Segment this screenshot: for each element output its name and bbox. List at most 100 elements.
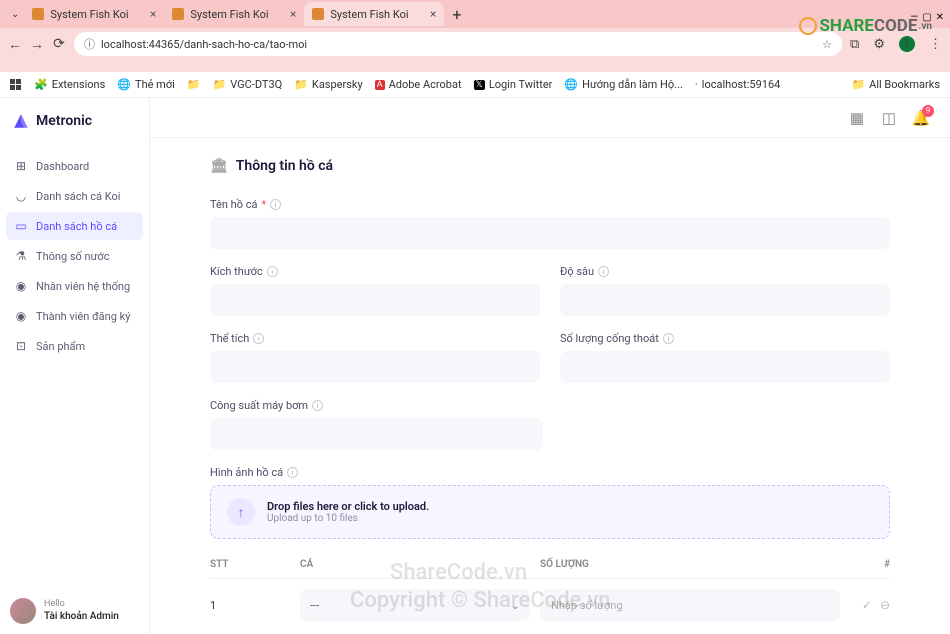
main-content: 🏛 Thông tin hồ cá Tên hồ cá * i Kích thư… (150, 138, 950, 634)
extension-icon[interactable]: ⧉ (850, 37, 859, 52)
dropzone-title: Drop files here or click to upload. (267, 500, 429, 513)
cart-icon: ⊡ (14, 339, 28, 353)
label-hinhanh: Hình ảnh hồ cá i (210, 466, 890, 479)
browser-tab-2[interactable]: System Fish Koi × (164, 2, 304, 26)
user-profile[interactable]: Hello Tài khoản Admin (0, 588, 149, 634)
input-ten[interactable] (210, 217, 890, 249)
sidebar-item-pond[interactable]: ▭Danh sách hồ cá (6, 212, 143, 240)
bookmark-vgc[interactable]: 📁 VGC-DT3Q (213, 78, 283, 91)
star-icon[interactable]: ☆ (822, 38, 832, 51)
bookmark-huong[interactable]: 🌐 Hướng dẫn làm Hộ... (564, 78, 682, 91)
upload-icon: ↑ (227, 498, 255, 526)
label-ten: Tên hồ cá * i (210, 198, 890, 211)
layers-icon[interactable]: ◫ (880, 109, 898, 127)
input-thetich[interactable] (210, 351, 540, 383)
browser-tab-1[interactable]: System Fish Koi × (24, 2, 164, 26)
input-congsuat[interactable] (210, 418, 543, 450)
table-row: 1 ---⌄ ✓ ⊖ (210, 579, 890, 631)
profile-badge[interactable]: 1 (899, 36, 915, 52)
close-icon[interactable]: × (150, 7, 156, 21)
label-kichthuoc: Kích thước i (210, 265, 540, 278)
new-tab-button[interactable]: + (452, 5, 461, 24)
input-congthoat[interactable] (560, 351, 890, 383)
apps-icon[interactable] (10, 79, 22, 91)
label-thetich: Thể tích i (210, 332, 540, 345)
favicon-icon (312, 8, 324, 20)
bookmark-folder[interactable]: 📁 (187, 78, 201, 91)
nav-list: ⊞Dashboard ◡Danh sách cá Koi ▭Danh sách … (0, 144, 149, 370)
input-kichthuoc[interactable] (210, 284, 540, 316)
info-icon[interactable]: i (287, 467, 298, 478)
maximize-icon[interactable]: ▢ (922, 12, 931, 23)
chevron-down-icon: ⌄ (511, 599, 520, 612)
browser-chrome: ⌄ System Fish Koi × System Fish Koi × Sy… (0, 0, 950, 72)
user-icon: ◉ (14, 279, 28, 293)
all-bookmarks[interactable]: 📁 All Bookmarks (851, 78, 940, 91)
building-icon: 🏛 (210, 158, 228, 174)
bookmark-extensions[interactable]: 🧩 Extensions (34, 78, 105, 91)
url-text: localhost:44365/danh-sach-ho-ca/tao-moi (101, 38, 307, 51)
back-icon[interactable]: ← (8, 36, 22, 53)
minimize-icon[interactable]: — (910, 12, 918, 23)
sidebar-item-water[interactable]: ⚗Thông số nước (6, 242, 143, 270)
sidebar-item-members[interactable]: ◉Thành viên đăng ký (6, 302, 143, 330)
col-soluong: SỐ LƯỢNG (540, 559, 870, 570)
calendar-icon[interactable]: ▦ (848, 109, 866, 127)
browser-tab-3[interactable]: System Fish Koi × (304, 2, 444, 26)
sidebar-item-dashboard[interactable]: ⊞Dashboard (6, 152, 143, 180)
cell-stt: 1 (210, 599, 300, 612)
dashboard-icon: ⊞ (14, 159, 28, 173)
address-row: ← → ⟳ ⓘ localhost:44365/danh-sach-ho-ca/… (0, 28, 950, 60)
bookmark-local[interactable]: · localhost:59164 (695, 78, 780, 91)
page-title: 🏛 Thông tin hồ cá (210, 158, 890, 174)
address-bar[interactable]: ⓘ localhost:44365/danh-sach-ho-ca/tao-mo… (74, 32, 842, 56)
topbar: ▦ ◫ 🔔9 (150, 98, 950, 138)
logo[interactable]: Metronic (0, 98, 149, 144)
dropzone[interactable]: ↑ Drop files here or click to upload. Up… (210, 485, 890, 539)
bell-icon[interactable]: 🔔9 (912, 109, 930, 127)
forward-icon[interactable]: → (30, 36, 44, 53)
bookmark-twitter[interactable]: 𝕏 Login Twitter (474, 78, 553, 91)
info-icon[interactable]: i (312, 400, 323, 411)
label-dosau: Độ sâu i (560, 265, 890, 278)
col-ca: CÁ (300, 559, 540, 570)
info-icon[interactable]: i (663, 333, 674, 344)
fish-icon: ◡ (14, 189, 28, 203)
input-dosau[interactable] (560, 284, 890, 316)
close-icon[interactable]: × (290, 7, 296, 21)
label-congthoat: Số lượng cống thoát i (560, 332, 890, 345)
bookmark-adobe[interactable]: A Adobe Acrobat (375, 78, 462, 91)
confirm-icon[interactable]: ✓ (862, 598, 872, 612)
tab-search-icon[interactable]: ⌄ (6, 9, 24, 20)
bookmark-bar: 🧩 Extensions 🌐 Thẻ mới 📁 📁 VGC-DT3Q 📁 Ka… (0, 72, 950, 98)
logo-text: Metronic (36, 113, 92, 129)
select-ca[interactable]: ---⌄ (300, 589, 530, 621)
logo-icon (12, 112, 30, 130)
col-hash: # (870, 559, 890, 570)
reload-icon[interactable]: ⟳ (52, 36, 66, 52)
bookmark-themoi[interactable]: 🌐 Thẻ mới (117, 78, 175, 91)
sidebar-item-koi[interactable]: ◡Danh sách cá Koi (6, 182, 143, 210)
avatar (10, 598, 36, 624)
info-icon[interactable]: i (267, 266, 278, 277)
info-icon[interactable]: i (253, 333, 264, 344)
bookmark-kaspersky[interactable]: 📁 Kaspersky (294, 78, 362, 91)
favicon-icon (172, 8, 184, 20)
info-icon[interactable]: i (598, 266, 609, 277)
sidebar-item-staff[interactable]: ◉Nhân viên hệ thống (6, 272, 143, 300)
extension-icon[interactable]: ⚙ (873, 37, 885, 52)
close-icon[interactable]: × (430, 7, 436, 21)
close-window-icon[interactable]: ✕ (936, 12, 944, 23)
pond-icon: ▭ (14, 219, 28, 233)
water-icon: ⚗ (14, 249, 28, 263)
user-name: Tài khoản Admin (44, 610, 119, 623)
menu-icon[interactable]: ⋮ (929, 37, 942, 52)
remove-icon[interactable]: ⊖ (880, 598, 890, 612)
favicon-icon (32, 8, 44, 20)
sidebar-item-products[interactable]: ⊡Sản phẩm (6, 332, 143, 360)
input-soluong[interactable] (540, 589, 840, 621)
user-hello: Hello (44, 599, 119, 611)
info-icon[interactable]: i (270, 199, 281, 210)
site-info-icon[interactable]: ⓘ (84, 36, 95, 52)
col-stt: STT (210, 559, 300, 570)
